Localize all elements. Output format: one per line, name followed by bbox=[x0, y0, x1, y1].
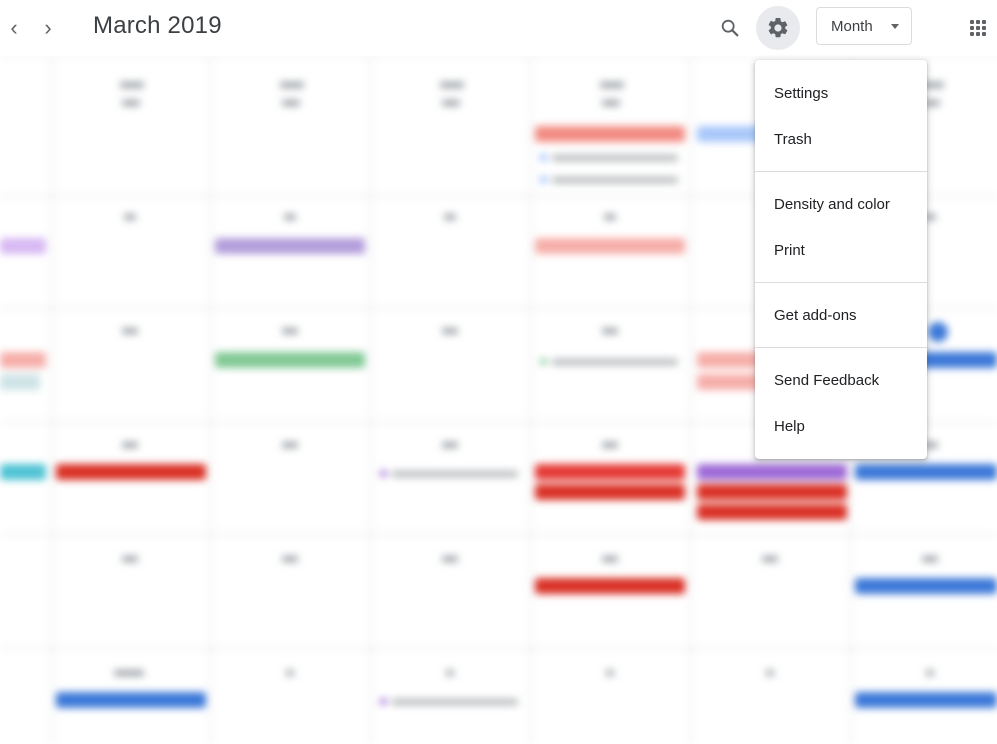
menu-divider bbox=[755, 347, 927, 348]
settings-dropdown-menu: Settings Trash Density and color Print G… bbox=[755, 60, 927, 459]
day-number bbox=[286, 670, 294, 676]
calendar-event bbox=[0, 374, 40, 390]
previous-month-button[interactable]: ‹ bbox=[0, 14, 28, 42]
apps-grid-icon bbox=[970, 20, 986, 36]
calendar-event bbox=[392, 471, 518, 477]
settings-menu-button[interactable] bbox=[756, 6, 800, 50]
chevron-down-icon bbox=[891, 24, 899, 29]
calendar-event bbox=[0, 238, 46, 254]
day-number bbox=[446, 670, 454, 676]
day-number bbox=[122, 442, 138, 448]
menu-item-density-and-color[interactable]: Density and color bbox=[755, 181, 927, 227]
grid-line bbox=[52, 56, 53, 744]
search-icon bbox=[721, 19, 739, 37]
grid-line bbox=[690, 56, 691, 744]
grid-line bbox=[0, 648, 997, 649]
day-number bbox=[442, 100, 460, 106]
menu-divider bbox=[755, 282, 927, 283]
calendar-event bbox=[697, 484, 847, 500]
chevron-left-icon: ‹ bbox=[10, 15, 18, 40]
weekday-label bbox=[600, 82, 624, 88]
today-marker bbox=[928, 322, 948, 342]
day-number bbox=[122, 100, 140, 106]
chevron-right-icon: › bbox=[44, 15, 52, 40]
day-number bbox=[284, 214, 296, 220]
grid-line bbox=[370, 56, 371, 744]
day-number bbox=[444, 214, 456, 220]
grid-line bbox=[530, 56, 531, 744]
next-month-button[interactable]: › bbox=[34, 14, 62, 42]
day-number bbox=[282, 328, 298, 334]
calendar-event bbox=[535, 464, 685, 480]
day-number bbox=[926, 670, 934, 676]
day-number bbox=[602, 556, 618, 562]
day-number bbox=[442, 442, 458, 448]
day-number bbox=[282, 100, 300, 106]
calendar-event bbox=[0, 352, 46, 368]
event-dot bbox=[380, 470, 387, 477]
menu-item-print[interactable]: Print bbox=[755, 227, 927, 273]
calendar-event bbox=[535, 126, 685, 142]
view-switcher-dropdown[interactable]: Month bbox=[816, 7, 912, 45]
day-number bbox=[122, 556, 138, 562]
day-number bbox=[606, 670, 614, 676]
calendar-event bbox=[535, 484, 685, 500]
menu-item-get-add-ons[interactable]: Get add-ons bbox=[755, 292, 927, 338]
menu-divider bbox=[755, 171, 927, 172]
page-title: March 2019 bbox=[93, 12, 222, 39]
calendar-event bbox=[552, 155, 678, 161]
day-number bbox=[122, 328, 138, 334]
event-dot bbox=[540, 154, 547, 161]
calendar-event bbox=[215, 352, 365, 368]
calendar-event bbox=[0, 464, 46, 480]
calendar-event bbox=[855, 692, 997, 708]
event-dot bbox=[380, 698, 387, 705]
calendar-event bbox=[855, 464, 997, 480]
gear-icon bbox=[768, 17, 788, 38]
menu-item-settings[interactable]: Settings bbox=[755, 70, 927, 116]
calendar-event bbox=[697, 504, 847, 520]
day-number bbox=[442, 556, 458, 562]
grid-line bbox=[0, 56, 997, 57]
day-number bbox=[766, 670, 774, 676]
day-number bbox=[602, 442, 618, 448]
weekday-label bbox=[280, 82, 304, 88]
calendar-event bbox=[215, 238, 365, 254]
view-switcher-label: Month bbox=[831, 17, 873, 35]
menu-item-help[interactable]: Help bbox=[755, 403, 927, 449]
day-number bbox=[602, 100, 620, 106]
weekday-label bbox=[120, 82, 144, 88]
event-dot bbox=[540, 358, 547, 365]
grid-line bbox=[210, 56, 211, 744]
menu-item-trash[interactable]: Trash bbox=[755, 116, 927, 162]
day-number bbox=[282, 556, 298, 562]
calendar-event bbox=[697, 464, 847, 480]
search-button[interactable] bbox=[712, 10, 748, 46]
day-number bbox=[604, 214, 616, 220]
day-number bbox=[602, 328, 618, 334]
calendar-event bbox=[535, 578, 685, 594]
day-number bbox=[124, 214, 136, 220]
day-number bbox=[762, 556, 778, 562]
calendar-event bbox=[535, 238, 685, 254]
calendar-event bbox=[56, 692, 206, 708]
calendar-event bbox=[392, 699, 518, 705]
menu-item-send-feedback[interactable]: Send Feedback bbox=[755, 357, 927, 403]
day-number bbox=[282, 442, 298, 448]
day-number bbox=[114, 670, 144, 676]
day-number bbox=[442, 328, 458, 334]
calendar-event bbox=[855, 578, 997, 594]
calendar-event bbox=[552, 359, 678, 365]
day-number bbox=[922, 556, 938, 562]
grid-line bbox=[0, 534, 997, 535]
google-apps-button[interactable] bbox=[962, 12, 994, 44]
weekday-label bbox=[440, 82, 464, 88]
calendar-event bbox=[552, 177, 678, 183]
top-bar: ‹ › March 2019 Month bbox=[0, 0, 997, 56]
event-dot bbox=[540, 176, 547, 183]
calendar-event bbox=[56, 464, 206, 480]
